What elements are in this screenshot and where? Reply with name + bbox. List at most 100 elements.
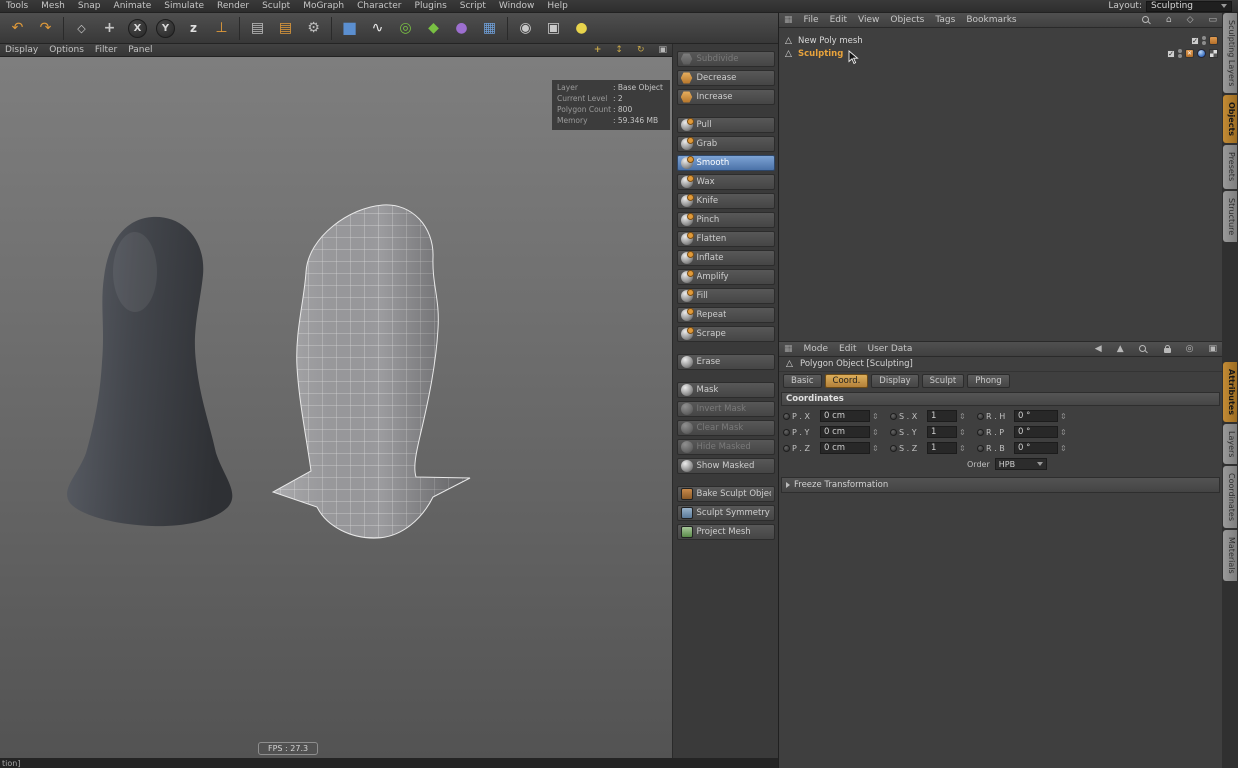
target-icon[interactable]: ◎ [1186,345,1194,354]
pan-view-icon[interactable]: + [594,46,602,55]
sculpt-tag-icon[interactable] [1209,36,1218,45]
stepper[interactable]: ⇕ [959,412,967,421]
menu-animate[interactable]: Animate [114,1,152,11]
menu-mograph[interactable]: MoGraph [303,1,344,11]
erase-tool-button[interactable]: Erase [677,354,775,370]
camera-button[interactable]: ◉ [512,15,539,42]
hide-masked-button[interactable]: Hide Masked [677,439,775,455]
tab-basic[interactable]: Basic [783,374,822,388]
sculpt-tag-icon[interactable]: ✕ [1185,49,1194,58]
invert-mask-button[interactable]: Invert Mask [677,401,775,417]
menu-character[interactable]: Character [357,1,401,11]
am-menu-user-data[interactable]: User Data [867,344,912,354]
render-settings-button[interactable]: ⚙ [300,15,327,42]
keyframe-dot[interactable] [890,429,897,436]
tab-phong[interactable]: Phong [967,374,1010,388]
visibility-toggles[interactable] [1202,36,1206,45]
side-tab-materials[interactable]: Materials [1223,530,1237,581]
render-picture-viewer-button[interactable]: ▤ [272,15,299,42]
tab-coord[interactable]: Coord. [825,374,869,388]
stepper[interactable]: ⇕ [872,444,880,453]
side-tab-presets[interactable]: Presets [1223,145,1237,188]
freeze-transformation-section[interactable]: Freeze Transformation [781,477,1220,493]
keyframe-dot[interactable] [783,413,790,420]
viewport-menu-display[interactable]: Display [5,45,38,55]
side-tab-objects[interactable]: Objects [1223,95,1237,143]
side-tab-structure[interactable]: Structure [1223,191,1237,242]
keyframe-dot[interactable] [890,413,897,420]
light-button[interactable]: ● [568,15,595,42]
side-tab-attributes[interactable]: Attributes [1223,362,1237,422]
stepper[interactable]: ⇕ [1060,412,1068,421]
mograph-button[interactable]: ◆ [420,15,447,42]
primitive-cube-button[interactable]: ■ [336,15,363,42]
keyframe-dot[interactable] [783,429,790,436]
bake-sculpt-objects-button[interactable]: Bake Sculpt Objects [677,486,775,502]
redo-button[interactable]: ↷ [32,15,59,42]
live-selection-button[interactable]: ◇ [68,15,95,42]
am-menu-mode[interactable]: Mode [804,344,829,354]
move-tool-button[interactable]: + [96,15,123,42]
enable-checkbox[interactable]: ✓ [1167,50,1175,58]
history-back-icon[interactable]: ◀ [1095,345,1102,354]
menu-mesh[interactable]: Mesh [41,1,65,11]
menu-simulate[interactable]: Simulate [164,1,204,11]
stepper[interactable]: ⇕ [872,412,880,421]
fill-tool-button[interactable]: Fill [677,288,775,304]
lock-icon[interactable] [1164,348,1171,353]
knife-tool-button[interactable]: Knife [677,193,775,209]
array-button[interactable]: ▦ [476,15,503,42]
menu-script[interactable]: Script [460,1,486,11]
cone-icon[interactable]: ▲ [1117,345,1124,354]
toggle-view-icon[interactable]: ▣ [658,46,667,55]
visibility-toggles[interactable] [1178,49,1182,58]
layout-selector[interactable]: Sculpting [1146,1,1232,12]
menu-sculpt[interactable]: Sculpt [262,1,290,11]
px-input[interactable]: 0 cm [820,410,870,422]
coordinate-system-button[interactable]: ⊥ [208,15,235,42]
project-mesh-button[interactable]: Project Mesh [677,524,775,540]
grab-tool-button[interactable]: Grab [677,136,775,152]
increase-button[interactable]: Increase [677,89,775,105]
coordinates-section-header[interactable]: Coordinates [781,392,1220,406]
keyframe-dot[interactable] [977,413,984,420]
flatten-tool-button[interactable]: Flatten [677,231,775,247]
stepper[interactable]: ⇕ [1060,428,1068,437]
om-menu-edit[interactable]: Edit [830,15,847,25]
clear-mask-button[interactable]: Clear Mask [677,420,775,436]
py-input[interactable]: 0 cm [820,426,870,438]
panel-grid-icon[interactable]: ▦ [784,344,793,354]
om-menu-file[interactable]: File [804,15,819,25]
pinch-tool-button[interactable]: Pinch [677,212,775,228]
scrape-tool-button[interactable]: Scrape [677,326,775,342]
path-icon[interactable]: ◇ [1187,16,1194,25]
menu-help[interactable]: Help [547,1,568,11]
subdivision-surface-button[interactable]: ◎ [392,15,419,42]
keyframe-dot[interactable] [783,445,790,452]
frame-icon[interactable]: ▭ [1208,16,1217,25]
zoom-view-icon[interactable]: ↕ [615,46,623,55]
object-row-new-poly-mesh[interactable]: △ New Poly mesh ✓ [779,34,1222,47]
amplify-tool-button[interactable]: Amplify [677,269,775,285]
pz-input[interactable]: 0 cm [820,442,870,454]
keyframe-dot[interactable] [890,445,897,452]
tab-sculpt[interactable]: Sculpt [922,374,965,388]
search-icon[interactable] [1139,345,1148,354]
object-row-sculpting[interactable]: △ Sculpting ✓ ✕ [779,47,1222,60]
subdivide-button[interactable]: Subdivide [677,51,775,67]
panel-grid-icon[interactable]: ▦ [784,15,793,25]
stepper[interactable]: ⇕ [872,428,880,437]
om-menu-bookmarks[interactable]: Bookmarks [966,15,1016,25]
layout-icon[interactable]: ▣ [1208,345,1217,354]
wax-tool-button[interactable]: Wax [677,174,775,190]
side-tab-layers[interactable]: Layers [1223,424,1237,464]
rotate-view-icon[interactable]: ↻ [637,46,645,55]
spline-pen-button[interactable]: ∿ [364,15,391,42]
stepper[interactable]: ⇕ [959,428,967,437]
stepper[interactable]: ⇕ [1060,444,1068,453]
sz-input[interactable]: 1 [927,442,957,454]
z-axis-lock-button[interactable]: z [180,15,207,42]
side-tab-coordinates[interactable]: Coordinates [1223,466,1237,528]
order-dropdown[interactable]: HPB [995,458,1047,470]
sy-input[interactable]: 1 [927,426,957,438]
